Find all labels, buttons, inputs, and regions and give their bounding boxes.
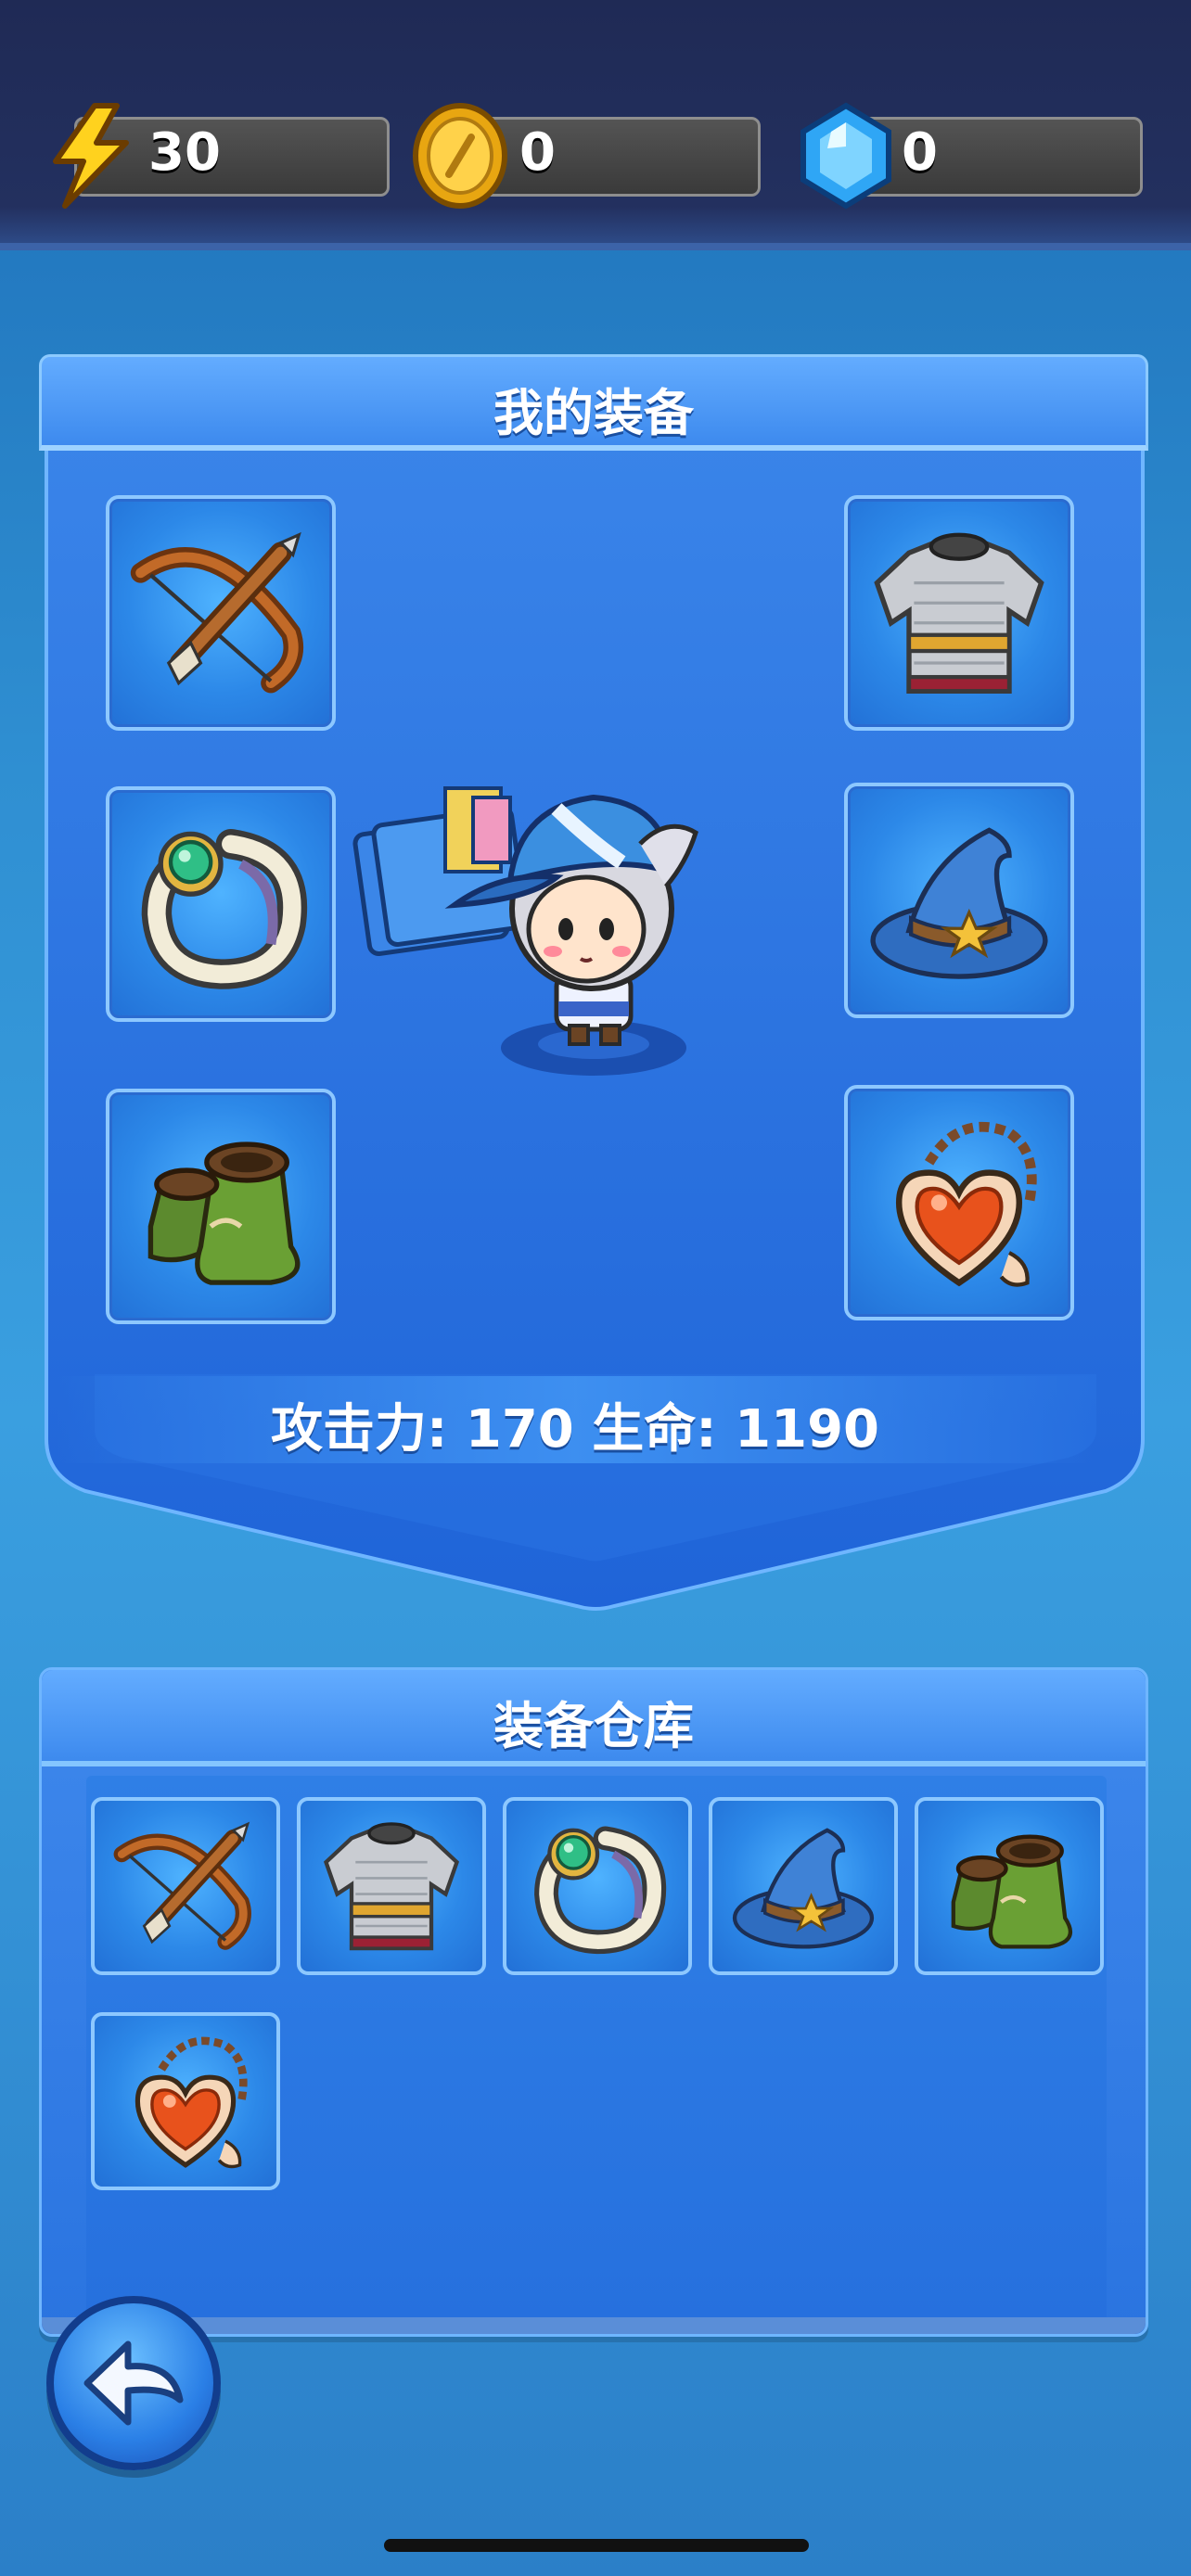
hero-stats: 攻击力: 170 生命: 1190	[56, 1376, 1095, 1463]
slot-amulet[interactable]	[844, 1085, 1074, 1320]
heart-amulet-icon	[859, 1100, 1059, 1306]
slot-ring[interactable]	[106, 786, 336, 1022]
warehouse-header: 装备仓库	[42, 1670, 1146, 1766]
energy-value: 30	[148, 122, 221, 183]
warehouse-item-hat[interactable]	[709, 1797, 898, 1975]
hero-character	[352, 786, 698, 1076]
warehouse-item-boots[interactable]	[915, 1797, 1104, 1975]
lightning-icon	[53, 103, 129, 209]
coin-value: 0	[519, 122, 556, 183]
wizard-hat-icon	[720, 1806, 887, 1966]
chainmail-armor-icon	[308, 1806, 475, 1966]
gem-value: 0	[902, 122, 938, 183]
back-arrow-icon	[83, 2340, 184, 2426]
jade-ring-icon	[121, 801, 321, 1007]
energy-counter: 30	[37, 103, 390, 209]
gold-coin-icon	[413, 103, 507, 209]
warehouse-title: 装备仓库	[493, 1697, 694, 1755]
slot-armor[interactable]	[844, 495, 1074, 731]
crossbow-icon	[121, 510, 321, 716]
warehouse-item-crossbow[interactable]	[91, 1797, 280, 1975]
slot-weapon[interactable]	[106, 495, 336, 731]
slot-boots[interactable]	[106, 1089, 336, 1324]
hero-weapon	[352, 786, 529, 957]
equipped-panel-header: 我的装备	[39, 354, 1148, 451]
coin-counter: 0	[408, 103, 761, 209]
back-button[interactable]	[46, 2296, 221, 2470]
heart-amulet-icon	[102, 2021, 269, 2181]
currency-bar: 30 0 0	[0, 0, 1191, 250]
slot-hat[interactable]	[844, 783, 1074, 1018]
crossbow-icon	[102, 1806, 269, 1966]
wizard-hat-icon	[859, 797, 1059, 1003]
warehouse-panel: 装备仓库	[39, 1667, 1148, 2337]
gem-counter: 0	[790, 102, 1143, 210]
warehouse-item-ring[interactable]	[503, 1797, 692, 1975]
warehouse-item-armor[interactable]	[297, 1797, 486, 1975]
home-indicator[interactable]	[384, 2539, 809, 2552]
blue-gem-icon	[800, 102, 891, 210]
chainmail-armor-icon	[859, 510, 1059, 716]
warehouse-item-amulet[interactable]	[91, 2012, 280, 2190]
leather-boots-icon	[121, 1103, 321, 1309]
warehouse-footer-strip	[42, 2317, 1146, 2334]
jade-ring-icon	[514, 1806, 681, 1966]
leather-boots-icon	[926, 1806, 1093, 1966]
equipped-title: 我的装备	[493, 384, 694, 442]
